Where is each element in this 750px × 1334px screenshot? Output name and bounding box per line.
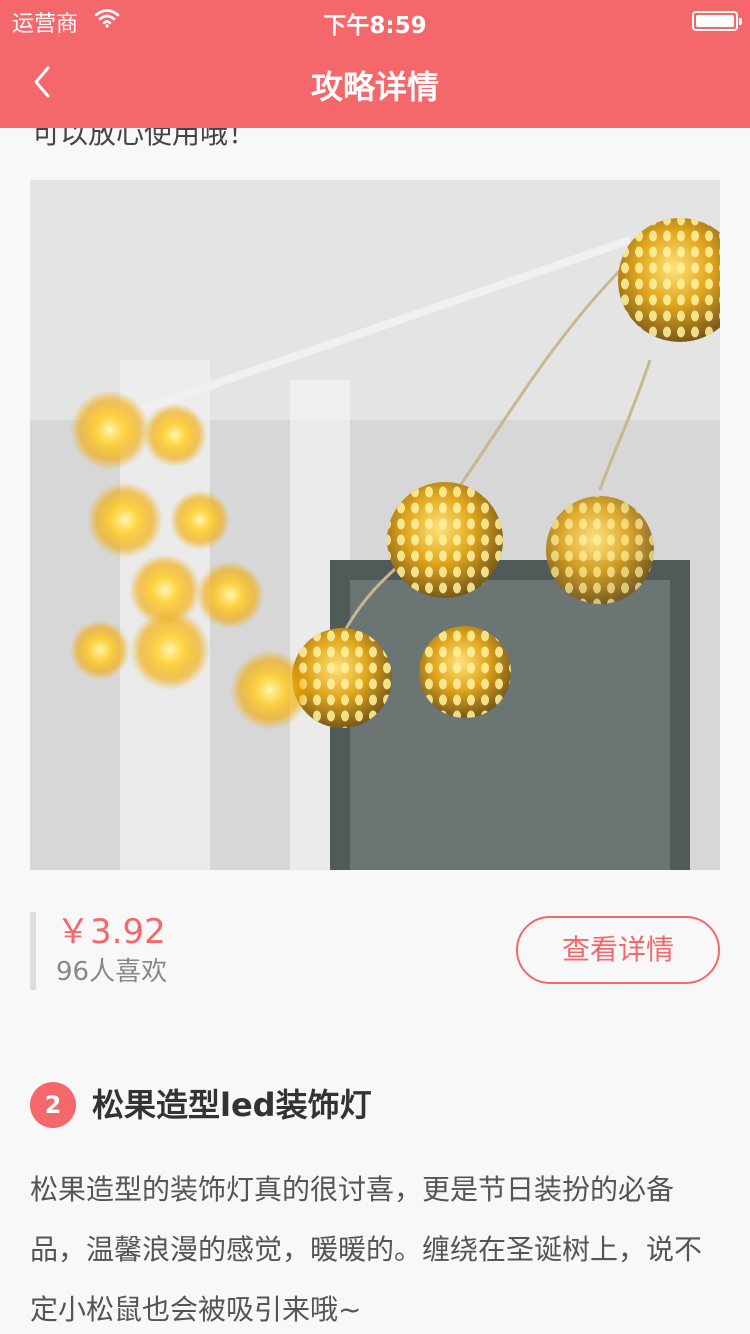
item-number-badge: 2 xyxy=(30,1082,76,1128)
item-title: 松果造型led装饰灯 xyxy=(92,1086,372,1124)
page-title: 攻略详情 xyxy=(310,68,439,106)
price-text: ￥3.92 xyxy=(56,912,166,952)
view-details-button[interactable]: 查看详情 xyxy=(516,916,720,984)
item-description: 松果造型的装饰灯真的很讨喜，更是节日装扮的必备品，温馨浪漫的感觉，暖暖的。缠绕在… xyxy=(30,1173,703,1326)
status-bar: 运营商 下午8:59 xyxy=(0,0,750,40)
navigation-bar: 攻略详情 xyxy=(0,40,750,128)
likes-count: 96人喜欢 xyxy=(56,957,168,987)
battery-icon xyxy=(692,11,742,31)
content-area: 可以放心使用哦！ ￥3.92 96人喜欢 查看详情 2 松果造型led装饰灯 松… xyxy=(0,0,750,1334)
string-lights-image xyxy=(30,180,720,870)
clock: 下午8:59 xyxy=(323,13,427,39)
header: 运营商 下午8:59 攻略详情 xyxy=(0,0,750,128)
price-info: ￥3.92 96人喜欢 xyxy=(30,912,167,990)
product-photo xyxy=(30,180,720,870)
